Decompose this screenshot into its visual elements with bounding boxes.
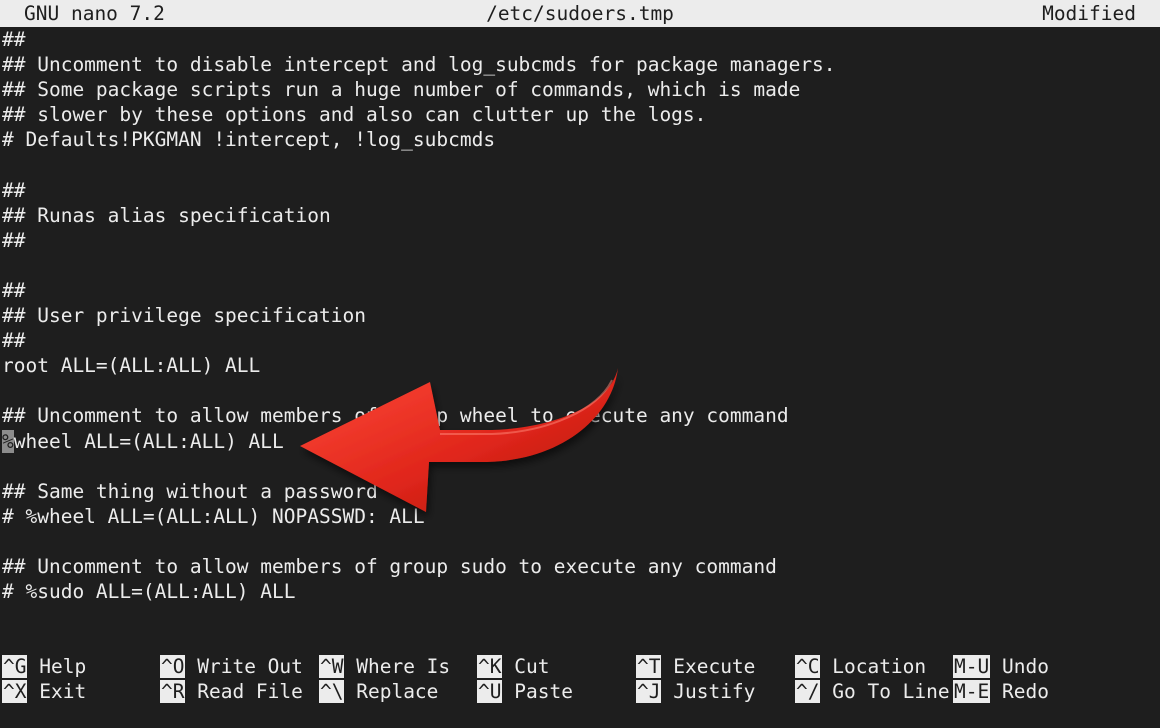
- shortcut-key: M-E: [953, 680, 991, 703]
- editor-line[interactable]: [0, 529, 1160, 554]
- shortcut-where-is[interactable]: ^W Where Is: [319, 654, 450, 679]
- shortcut-label: Redo: [1001, 680, 1049, 703]
- shortcut-key: ^T: [636, 655, 662, 678]
- shortcut-key: ^\: [319, 680, 345, 703]
- shortcut-label: Execute: [673, 655, 756, 678]
- editor-line[interactable]: ## Same thing without a password: [0, 479, 1160, 504]
- editor-line[interactable]: ##: [0, 278, 1160, 303]
- text-cursor: %: [2, 429, 14, 453]
- shortcut-key: ^O: [160, 655, 186, 678]
- shortcut-bar: ^G Help ^O Write Out ^W Where Is ^K Cut …: [0, 654, 1160, 704]
- shortcut-label: Location: [832, 655, 927, 678]
- shortcut-key: ^J: [636, 680, 662, 703]
- editor-line[interactable]: ##: [0, 328, 1160, 353]
- editor-line[interactable]: [0, 378, 1160, 403]
- shortcut-justify[interactable]: ^J Justify: [636, 679, 755, 704]
- title-bar: GNU nano 7.2 /etc/sudoers.tmp Modified: [0, 0, 1160, 27]
- shortcut-paste[interactable]: ^U Paste: [477, 679, 573, 704]
- shortcut-help[interactable]: ^G Help: [2, 654, 86, 679]
- editor-line[interactable]: ## Uncomment to allow members of group w…: [0, 403, 1160, 428]
- editor-line[interactable]: ##: [0, 27, 1160, 52]
- shortcut-label: Cut: [514, 655, 550, 678]
- shortcut-undo[interactable]: M-U Undo: [953, 654, 1049, 679]
- shortcut-key: ^U: [477, 680, 503, 703]
- shortcut-label: Help: [39, 655, 87, 678]
- editor-line[interactable]: # %wheel ALL=(ALL:ALL) NOPASSWD: ALL: [0, 504, 1160, 529]
- editor-line[interactable]: ##: [0, 228, 1160, 253]
- editor-line[interactable]: ## Runas alias specification: [0, 203, 1160, 228]
- shortcut-replace[interactable]: ^\ Replace: [319, 679, 438, 704]
- shortcut-exit[interactable]: ^X Exit: [2, 679, 86, 704]
- shortcut-key: ^C: [795, 655, 821, 678]
- editor-line[interactable]: ## Uncomment to disable intercept and lo…: [0, 52, 1160, 77]
- editor-line[interactable]: root ALL=(ALL:ALL) ALL: [0, 353, 1160, 378]
- cursor-line-text: wheel ALL=(ALL:ALL) ALL: [13, 429, 284, 453]
- shortcut-row-1: ^G Help ^O Write Out ^W Where Is ^K Cut …: [0, 654, 1160, 679]
- editor-line-cursor[interactable]: %wheel ALL=(ALL:ALL) ALL: [0, 429, 1160, 454]
- editor-line[interactable]: ## slower by these options and also can …: [0, 102, 1160, 127]
- file-name: /etc/sudoers.tmp: [486, 2, 674, 25]
- shortcut-label: Exit: [39, 680, 87, 703]
- shortcut-redo[interactable]: M-E Redo: [953, 679, 1049, 704]
- editor-line[interactable]: ##: [0, 178, 1160, 203]
- shortcut-key: ^/: [795, 680, 821, 703]
- editor-line[interactable]: [0, 253, 1160, 278]
- shortcut-key: ^W: [319, 655, 345, 678]
- shortcut-label: Read File: [197, 680, 303, 703]
- shortcut-execute[interactable]: ^T Execute: [636, 654, 755, 679]
- editor-line[interactable]: # %sudo ALL=(ALL:ALL) ALL: [0, 579, 1160, 604]
- shortcut-label: Write Out: [197, 655, 303, 678]
- shortcut-label: Undo: [1001, 655, 1049, 678]
- shortcut-row-2: ^X Exit ^R Read File ^\ Replace ^U Paste…: [0, 679, 1160, 704]
- shortcut-go-to-line[interactable]: ^/ Go To Line: [795, 679, 950, 704]
- shortcut-location[interactable]: ^C Location: [795, 654, 926, 679]
- shortcut-label: Replace: [356, 680, 439, 703]
- shortcut-key: ^X: [2, 680, 28, 703]
- editor-line[interactable]: # Defaults!PKGMAN !intercept, !log_subcm…: [0, 127, 1160, 152]
- editor-line[interactable]: [0, 454, 1160, 479]
- editor-line[interactable]: ## Uncomment to allow members of group s…: [0, 554, 1160, 579]
- shortcut-key: ^K: [477, 655, 503, 678]
- shortcut-read-file[interactable]: ^R Read File: [160, 679, 303, 704]
- editor-line[interactable]: ## User privilege specification: [0, 303, 1160, 328]
- editor-area[interactable]: ## ## Uncomment to disable intercept and…: [0, 27, 1160, 604]
- editor-line[interactable]: [0, 152, 1160, 177]
- shortcut-label: Paste: [514, 680, 573, 703]
- shortcut-label: Where Is: [356, 655, 451, 678]
- shortcut-label: Justify: [673, 680, 756, 703]
- shortcut-write-out[interactable]: ^O Write Out: [160, 654, 303, 679]
- shortcut-cut[interactable]: ^K Cut: [477, 654, 549, 679]
- editor-line[interactable]: ## Some package scripts run a huge numbe…: [0, 77, 1160, 102]
- modified-status: Modified: [1042, 2, 1136, 25]
- shortcut-key: ^G: [2, 655, 28, 678]
- shortcut-key: M-U: [953, 655, 991, 678]
- shortcut-label: Go To Line: [832, 680, 950, 703]
- shortcut-key: ^R: [160, 680, 186, 703]
